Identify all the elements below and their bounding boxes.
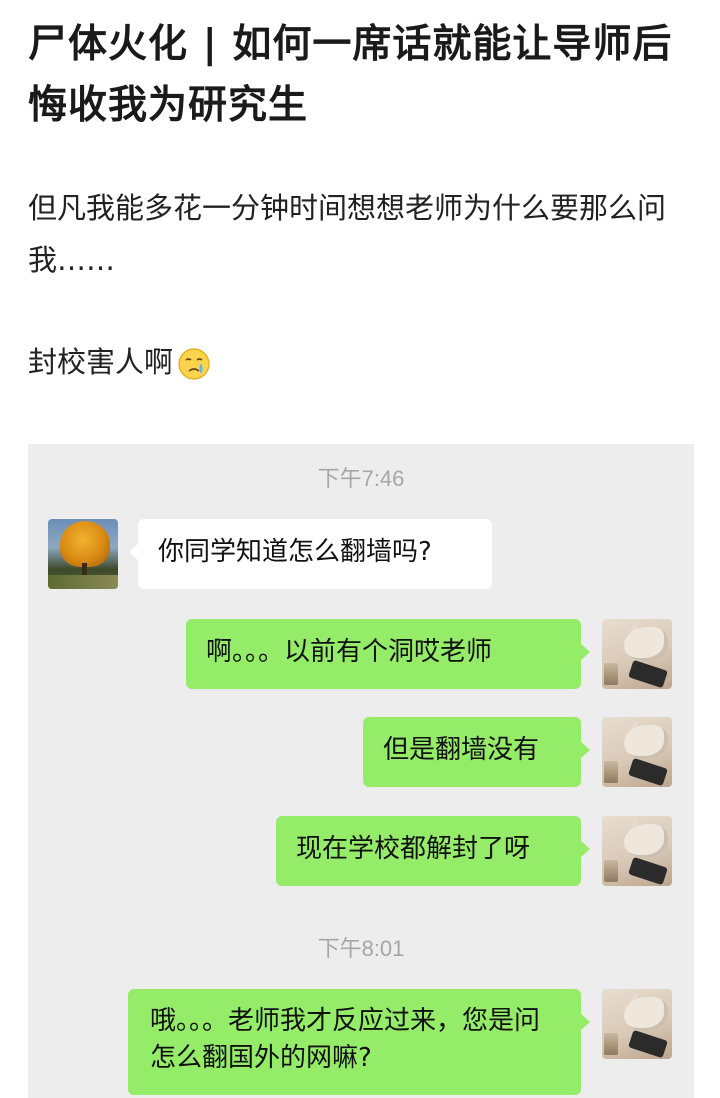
crying-face-icon (177, 345, 211, 380)
post-body-text: 但凡我能多花一分钟时间想想老师为什么要那么问我…… (28, 191, 667, 277)
post-line-text: 封校害人啊 (28, 345, 174, 379)
message-bubble-outgoing[interactable]: 现在学校都解封了呀 (276, 816, 590, 886)
post-title: 尸体火化 | 如何一席话就能让导师后悔收我为研究生 (28, 22, 673, 128)
message-bubble-outgoing[interactable]: 啊。。。以前有个洞哎老师 (186, 619, 590, 689)
user-avatar[interactable] (602, 816, 672, 886)
post-page: 尸体火化 | 如何一席话就能让导师后悔收我为研究生 但凡我能多花一分钟时间想想老… (0, 0, 720, 1098)
message-bubble-incoming[interactable]: 你同学知道怎么翻墙吗? (129, 519, 492, 589)
chat-timestamp: 下午8:01 (317, 936, 405, 961)
message-bubble-outgoing[interactable]: 但是翻墙没有 (363, 717, 590, 787)
user-avatar[interactable] (602, 989, 672, 1059)
contact-avatar[interactable] (48, 519, 118, 589)
post-body-line: 封校害人啊 (28, 336, 211, 388)
message-bubble-outgoing[interactable]: 哦。。。老师我才反应过来，您是问怎么翻国外的网嘛? (128, 989, 590, 1095)
chat-screenshot: 下午7:46 你同学知道怎么翻墙吗? 啊。。。以前有个洞哎老师 但是翻墙没有 现… (28, 444, 694, 1098)
user-avatar[interactable] (602, 619, 672, 689)
chat-timestamp: 下午7:46 (317, 466, 405, 491)
user-avatar[interactable] (602, 717, 672, 787)
